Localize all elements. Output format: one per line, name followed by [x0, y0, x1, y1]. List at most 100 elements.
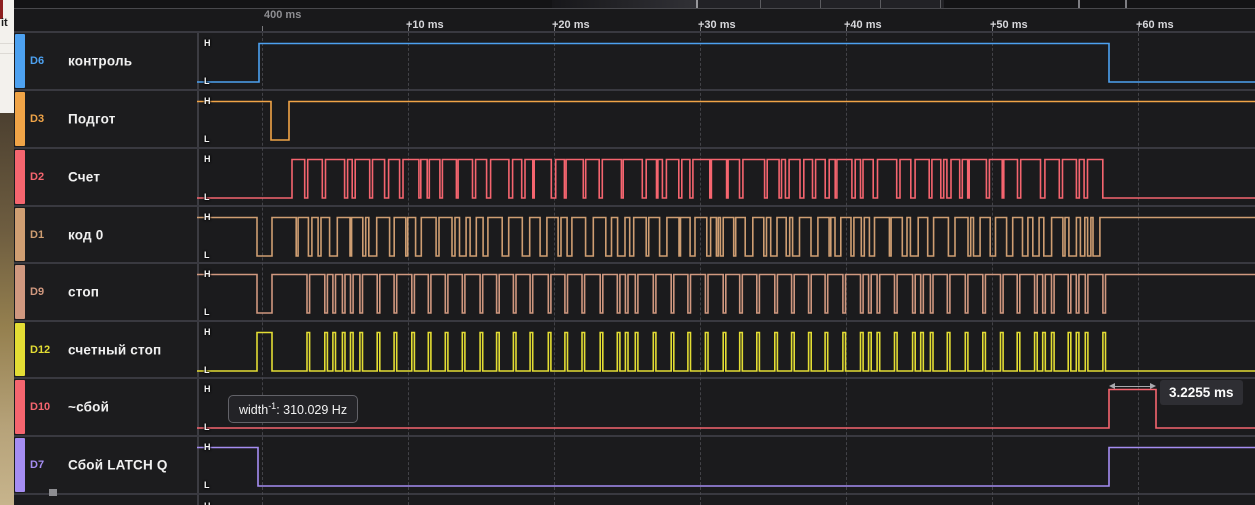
waveform-area-d9[interactable]: HL — [197, 264, 1255, 320]
waveform-area-d7[interactable]: HL — [197, 437, 1255, 493]
waveform-trace-d6[interactable] — [197, 33, 1255, 89]
low-level-label: L — [204, 366, 210, 375]
background-window-strip: it — [0, 0, 14, 505]
channel-name: контроль — [68, 54, 132, 69]
channel-id: D6 — [30, 55, 64, 67]
high-level-label: H — [204, 328, 211, 337]
ruler-anchor-label: 400 ms — [264, 9, 301, 21]
time-ruler[interactable]: 400 ms+10 ms+20 ms+30 ms+40 ms+50 ms+60 … — [14, 9, 1255, 31]
low-level-label: L — [204, 251, 210, 260]
overview-segment-handle[interactable] — [696, 0, 698, 8]
channel-id: D7 — [30, 459, 64, 471]
ruler-tick-mark — [262, 26, 263, 31]
channel-label-d12[interactable]: D12 счетный стоп — [14, 322, 197, 377]
waveform-area-d1[interactable]: HL — [197, 207, 1255, 262]
low-level-label: L — [204, 423, 210, 432]
overview-activity-gradient — [552, 0, 698, 8]
channel-label-d7[interactable]: D7 Сбой LATCH Q — [14, 437, 197, 493]
high-level-label: H — [204, 385, 211, 394]
ruler-tick-label: +50 ms — [990, 19, 1028, 31]
tooltip-superscript: -1 — [268, 401, 276, 411]
waveform-trace-d3[interactable] — [197, 91, 1255, 147]
channel-id: D1 — [30, 229, 64, 241]
high-level-label: H — [204, 97, 211, 106]
ruler-tick-label: +20 ms — [552, 19, 590, 31]
channel-label-d9[interactable]: D9 стоп — [14, 264, 197, 320]
measurement-arrow — [1109, 383, 1156, 390]
channel-id: D12 — [30, 344, 64, 356]
waveform-area-d3[interactable]: HL — [197, 91, 1255, 147]
waveform-trace-d7[interactable] — [197, 437, 1255, 493]
channel-name: стоп — [68, 285, 99, 300]
channel-name: Подгот — [68, 112, 116, 127]
channel-label-d6[interactable]: D6 контроль — [14, 33, 197, 89]
background-window-row-divider — [0, 43, 14, 44]
channel-color-bar[interactable] — [15, 265, 25, 319]
channel-row-d12: D12счетный стопHL — [14, 320, 1255, 377]
channel-label-d3[interactable]: D3Подгот — [14, 91, 197, 147]
ruler-tick-mark — [992, 26, 993, 31]
channel-color-bar[interactable] — [15, 380, 25, 434]
overview-divider — [880, 0, 881, 8]
high-level-label: H — [204, 270, 211, 279]
channel-name: Счет — [68, 170, 100, 185]
channel-name: Сбой LATCH Q — [68, 458, 168, 473]
waveform-area-d12[interactable]: HL — [197, 322, 1255, 377]
channel-name: код 0 — [68, 227, 103, 242]
overview-activity-segment — [698, 0, 944, 8]
waveform-trace-d1[interactable] — [197, 207, 1255, 262]
channel-color-bar[interactable] — [15, 438, 25, 492]
tooltip-value: : 310.029 Hz — [276, 403, 347, 417]
channel-rows: D6контрольHLD3ПодготHLD2СчетHLD1код 0HLD… — [0, 0, 1255, 505]
low-level-label: L — [204, 193, 210, 202]
waveform-trace-d12[interactable] — [197, 322, 1255, 377]
overview-divider — [940, 0, 941, 8]
channel-label-d10[interactable]: D10 ~сбой — [14, 379, 197, 435]
channel-id: D2 — [30, 171, 64, 183]
background-desktop-texture — [0, 113, 14, 505]
low-level-label: L — [204, 308, 210, 317]
waveform-trace-d9[interactable] — [197, 264, 1255, 320]
background-window-row-divider — [0, 53, 14, 54]
channel-color-bar[interactable] — [15, 34, 25, 88]
high-level-label: H — [204, 213, 211, 222]
channel-label-partial — [14, 495, 197, 505]
ruler-tick-mark — [554, 26, 555, 31]
channel-row-d10: D10 ~сбой H L — [14, 377, 1255, 435]
channel-row-d2: D2 Счет HL — [14, 147, 1255, 205]
waveform-trace-d2[interactable] — [197, 149, 1255, 205]
scrollbar-corner[interactable] — [49, 489, 57, 496]
low-level-label: L — [204, 481, 210, 490]
arrow-right-head-icon — [1150, 383, 1156, 389]
width-frequency-tooltip: width-1: 310.029 Hz — [228, 395, 358, 423]
waveform-area-d6[interactable]: HL — [197, 33, 1255, 89]
channel-row-partial: H — [14, 493, 1255, 505]
background-window-text: it — [1, 17, 8, 29]
channel-row-d7: D7 Сбой LATCH Q HL — [14, 435, 1255, 493]
channel-color-bar[interactable] — [15, 208, 25, 261]
channel-row-d6: D6 контроль HL — [14, 31, 1255, 89]
capture-overview-bar[interactable] — [14, 0, 1255, 9]
overview-divider — [760, 0, 761, 8]
ruler-tick-mark — [1138, 26, 1139, 31]
viewport-edge-marker[interactable] — [1078, 0, 1080, 8]
channel-color-bar[interactable] — [15, 323, 25, 376]
waveform-area-partial: H — [197, 495, 1255, 505]
waveform-area-d2[interactable]: HL — [197, 149, 1255, 205]
ruler-tick-label: +40 ms — [844, 19, 882, 31]
ruler-tick-label: +60 ms — [1136, 19, 1174, 31]
channel-name: счетный стоп — [68, 342, 161, 357]
tooltip-prefix: width — [239, 403, 268, 417]
ruler-tick-label: +30 ms — [698, 19, 736, 31]
channel-label-d1[interactable]: D1 код 0 — [14, 207, 197, 262]
ruler-tick-mark — [846, 26, 847, 31]
channel-label-d2[interactable]: D2 Счет — [14, 149, 197, 205]
logic-analyzer-window: D6контрольHLD3ПодготHLD2СчетHLD1код 0HLD… — [0, 0, 1255, 505]
channel-id: D9 — [30, 286, 64, 298]
channel-color-bar[interactable] — [15, 92, 25, 146]
channel-name: ~сбой — [68, 400, 109, 415]
channel-id: D10 — [30, 401, 64, 413]
overview-divider — [820, 0, 821, 8]
channel-color-bar[interactable] — [15, 150, 25, 204]
viewport-edge-marker[interactable] — [1125, 0, 1127, 8]
